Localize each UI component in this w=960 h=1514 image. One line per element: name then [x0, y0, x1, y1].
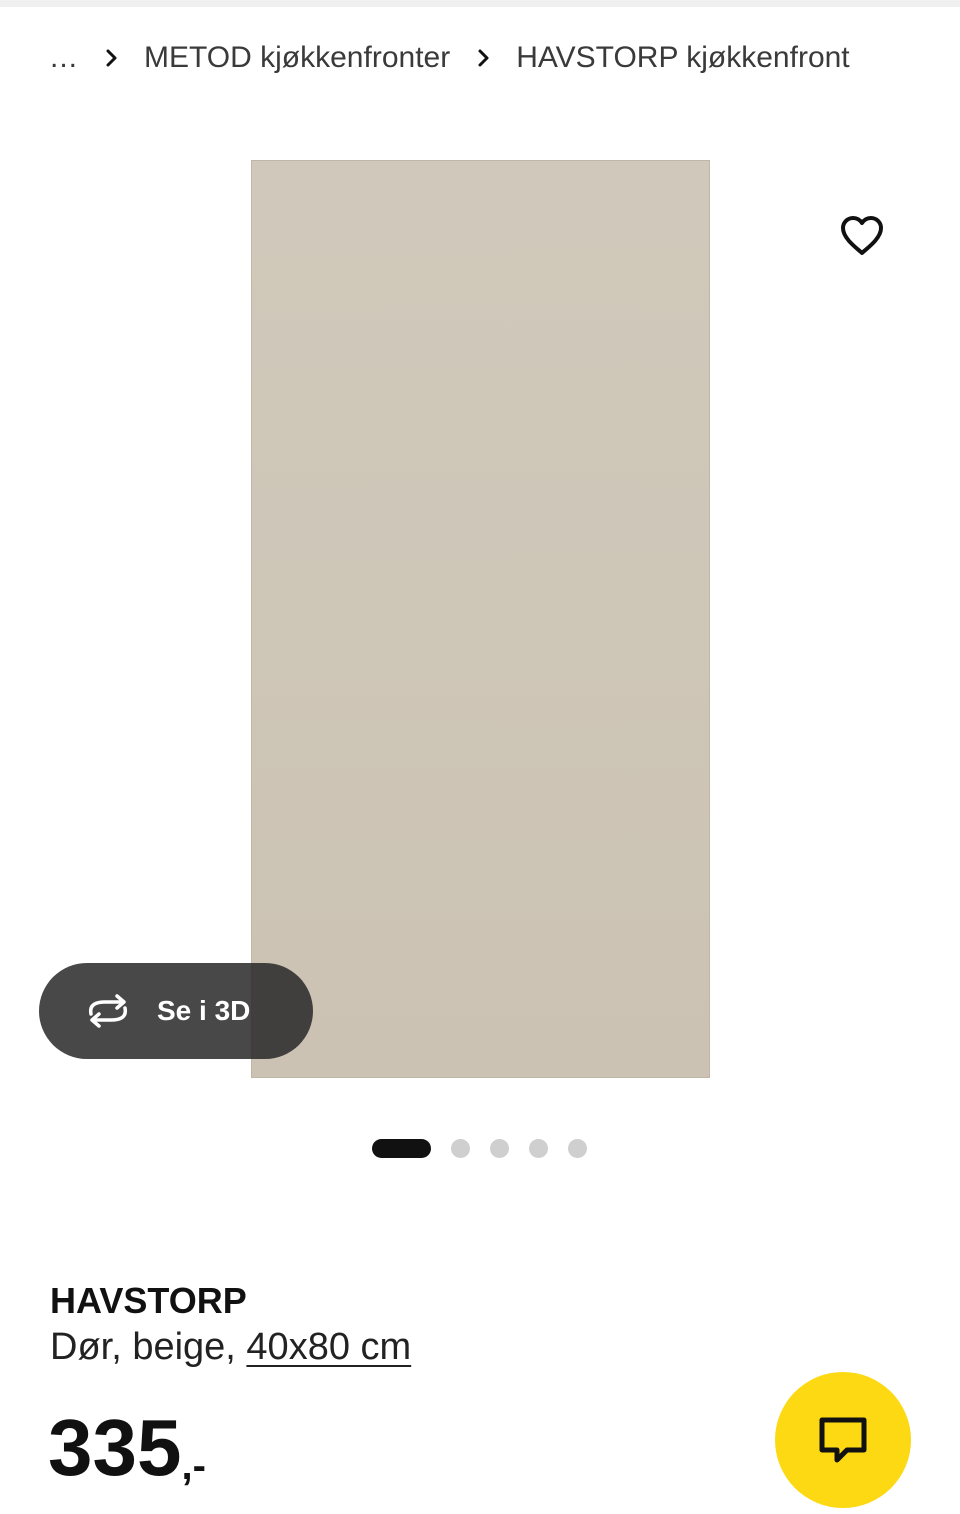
product-description-text: Dør, beige, [50, 1326, 247, 1368]
chat-button[interactable] [775, 1372, 911, 1508]
chevron-right-icon [106, 49, 117, 67]
product-image[interactable] [251, 160, 710, 1078]
breadcrumb-item-havstorp[interactable]: HAVSTORP kjøkkenfront [516, 41, 849, 75]
rotate-arrows-icon [88, 994, 128, 1028]
product-gallery[interactable]: Se i 3D [0, 140, 960, 1100]
pagination-dot[interactable] [451, 1138, 470, 1158]
breadcrumb-item-metod[interactable]: METOD kjøkkenfronter [144, 41, 450, 75]
breadcrumb-ellipsis[interactable]: ... [50, 41, 78, 75]
price-suffix: ,- [181, 1444, 206, 1488]
top-strip [0, 0, 960, 7]
gallery-pagination [372, 1138, 587, 1158]
product-name: HAVSTORP [50, 1280, 247, 1321]
view-3d-label: Se i 3D [157, 995, 251, 1026]
product-description: Dør, beige, 40x80 cm [50, 1326, 411, 1369]
product-price: 335 ,- [48, 1403, 206, 1492]
breadcrumb: ... METOD kjøkkenfronter HAVSTORP kjøkke… [50, 38, 870, 78]
pagination-dot-active[interactable] [372, 1138, 431, 1158]
chat-bubble-icon [819, 1417, 867, 1463]
view-3d-button[interactable]: Se i 3D [39, 963, 313, 1059]
pagination-dot[interactable] [529, 1138, 548, 1158]
price-amount: 335 [48, 1403, 182, 1492]
favorite-button[interactable] [812, 186, 912, 286]
product-size-link[interactable]: 40x80 cm [246, 1326, 411, 1368]
pagination-dot[interactable] [568, 1138, 587, 1158]
pagination-dot[interactable] [490, 1138, 509, 1158]
chevron-right-icon [478, 49, 489, 67]
heart-outline-icon [841, 216, 883, 255]
